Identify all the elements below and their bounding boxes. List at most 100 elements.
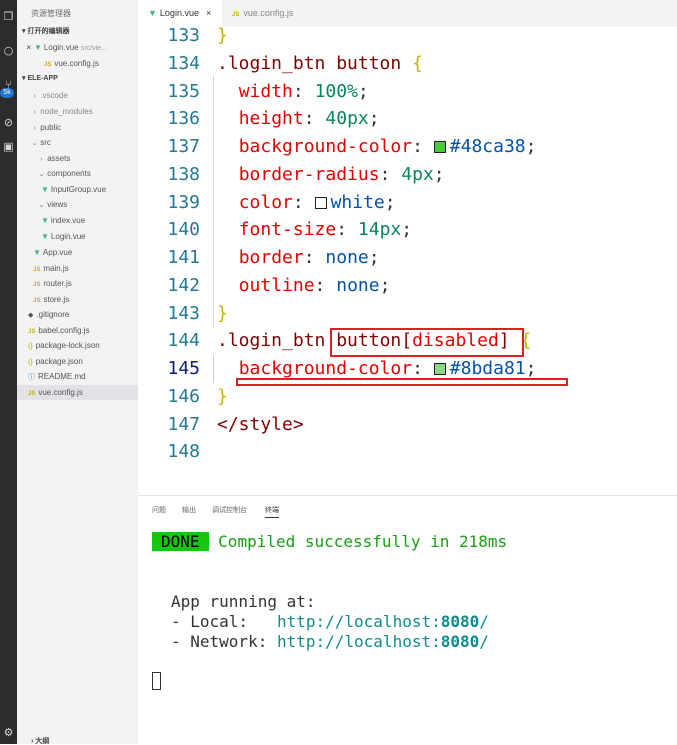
chevron-right-icon: › <box>33 109 36 116</box>
json-icon: {} <box>28 359 33 366</box>
line-number: 136 <box>167 108 200 129</box>
tree-item[interactable]: › public <box>17 120 138 135</box>
color-swatch[interactable] <box>433 141 446 153</box>
vue-icon: ▼ <box>148 8 157 18</box>
chevron-right-icon: › <box>33 93 36 100</box>
line-number: 147 <box>167 414 200 435</box>
vue-icon: ▼ <box>33 248 41 257</box>
code-editor[interactable]: 133 134 135 136 137 138 139 140 141 142 … <box>138 25 677 495</box>
code-line: } <box>217 386 228 407</box>
json-icon: {} <box>28 343 33 350</box>
vue-icon: ▼ <box>41 216 49 225</box>
search-icon[interactable]: ○ <box>2 44 15 57</box>
explorer-title: 资源管理器 <box>31 9 71 18</box>
line-number: 142 <box>167 275 200 296</box>
line-number: 148 <box>167 441 200 462</box>
tree-item[interactable]: › assets <box>17 151 138 166</box>
tree-item[interactable]: ⌄ components <box>17 166 138 181</box>
tree-item[interactable]: JS store.js <box>17 292 138 307</box>
tree-item[interactable]: › node_modules <box>17 104 138 119</box>
line-number: 133 <box>167 25 200 46</box>
network-url[interactable]: http://localhost:8080/ <box>277 632 489 651</box>
code-line: color: white; <box>238 192 396 213</box>
code-line: font-size: 14px; <box>238 219 413 240</box>
git-icon: ◆ <box>28 312 34 319</box>
tree-item[interactable]: {} package-lock.json <box>17 338 138 353</box>
js-icon: JS <box>33 298 41 304</box>
code-line: border: none; <box>238 247 380 268</box>
tree-item[interactable]: ▼ App.vue <box>17 245 138 260</box>
line-number: 140 <box>167 219 200 240</box>
vue-icon: ▼ <box>41 232 49 241</box>
tab-terminal[interactable]: 终端 <box>265 505 279 518</box>
code-line: background-color: #48ca38; <box>238 136 537 157</box>
chevron-right-icon: › <box>33 125 36 132</box>
open-editor-login-vue[interactable]: × ▼ Login.vue src/vie... <box>17 40 138 55</box>
files-icon[interactable]: ❐ <box>2 10 15 23</box>
js-icon: JS <box>28 329 36 335</box>
code-line: border-radius: 4px; <box>238 164 445 185</box>
terminal-panel: 问题 输出 调试控制台 终端 DONE Compiled successfull… <box>138 495 677 745</box>
line-number: 141 <box>167 247 200 268</box>
tree-item[interactable]: JS main.js <box>17 261 138 276</box>
indent-guide <box>213 75 214 327</box>
tree-item[interactable]: {} package.json <box>17 354 138 369</box>
tree-item[interactable]: ⌄ views <box>17 197 138 212</box>
open-editor-vue-config[interactable]: JS vue.config.js <box>17 56 138 71</box>
vue-icon: ▼ <box>34 43 42 52</box>
close-icon[interactable]: × <box>206 8 211 18</box>
line-number: 134 <box>167 53 200 74</box>
terminal-line-network: - Network: http://localhost:8080/ <box>171 632 489 651</box>
tree-item[interactable]: ⓘ README.md <box>17 369 138 384</box>
outline-header[interactable]: › 大纲 <box>31 736 49 744</box>
code-line: height: 40px; <box>238 108 380 129</box>
tab-vue-config[interactable]: JS vue.config.js <box>222 0 328 27</box>
js-icon: JS <box>33 267 41 273</box>
explorer-sidebar: 资源管理器 ▾ 打开的编辑器 × ▼ Login.vue src/vie... JS… <box>17 0 139 744</box>
tree-item[interactable]: ▼ InputGroup.vue <box>17 182 138 197</box>
code-line: outline: none; <box>238 275 391 296</box>
info-icon: ⓘ <box>28 374 35 381</box>
terminal-line: App running at: <box>171 592 316 611</box>
line-number: 144 <box>167 330 200 351</box>
line-number: 143 <box>167 303 200 324</box>
tab-debug-console[interactable]: 调试控制台 <box>212 505 247 515</box>
local-url[interactable]: http://localhost:8080/ <box>277 612 489 631</box>
js-icon: JS <box>232 12 240 18</box>
tree-item[interactable]: ▼ index.vue <box>17 213 138 228</box>
code-line: </style> <box>217 414 304 435</box>
close-icon[interactable]: × <box>17 40 31 55</box>
open-editors-header[interactable]: ▾ 打开的编辑器 <box>17 25 138 39</box>
chevron-down-icon: ⌄ <box>38 202 45 209</box>
tree-item[interactable]: ◆ .gitignore <box>17 307 138 322</box>
extensions-icon[interactable]: ▣ <box>2 140 15 153</box>
code-line: width: 100%; <box>238 81 369 102</box>
terminal-cursor[interactable] <box>152 672 161 690</box>
tree-item[interactable]: › .vscode <box>17 88 138 103</box>
line-number: 146 <box>167 386 200 407</box>
tree-item[interactable]: ⌄ src <box>17 135 138 150</box>
vue-icon: ▼ <box>41 185 49 194</box>
js-icon: JS <box>28 391 36 397</box>
tab-output[interactable]: 输出 <box>182 505 196 515</box>
tab-problems[interactable]: 问题 <box>152 505 166 515</box>
color-swatch[interactable] <box>314 197 327 209</box>
compile-status: DONE Compiled successfully in 218ms <box>152 532 507 551</box>
highlight-box-selector <box>330 328 524 357</box>
source-control-badge: 5k <box>0 88 14 98</box>
tree-item[interactable]: JS router.js <box>17 276 138 291</box>
line-number: 137 <box>167 136 200 157</box>
project-header[interactable]: ▾ ELE-APP <box>17 72 138 86</box>
gear-icon[interactable]: ⚙ <box>2 726 15 739</box>
tree-item-selected[interactable]: JS vue.config.js <box>17 385 138 400</box>
debug-icon[interactable]: ⊘ <box>2 116 15 129</box>
highlight-underline <box>236 378 568 386</box>
chevron-down-icon: ⌄ <box>31 140 38 147</box>
color-swatch[interactable] <box>433 363 446 375</box>
line-number: 138 <box>167 164 200 185</box>
chevron-right-icon: › <box>40 156 43 163</box>
tree-item[interactable]: JS babel.config.js <box>17 323 138 338</box>
terminal-line-local: - Local: http://localhost:8080/ <box>171 612 489 631</box>
tree-item[interactable]: ▼ Login.vue <box>17 229 138 244</box>
done-badge: DONE <box>152 532 209 551</box>
